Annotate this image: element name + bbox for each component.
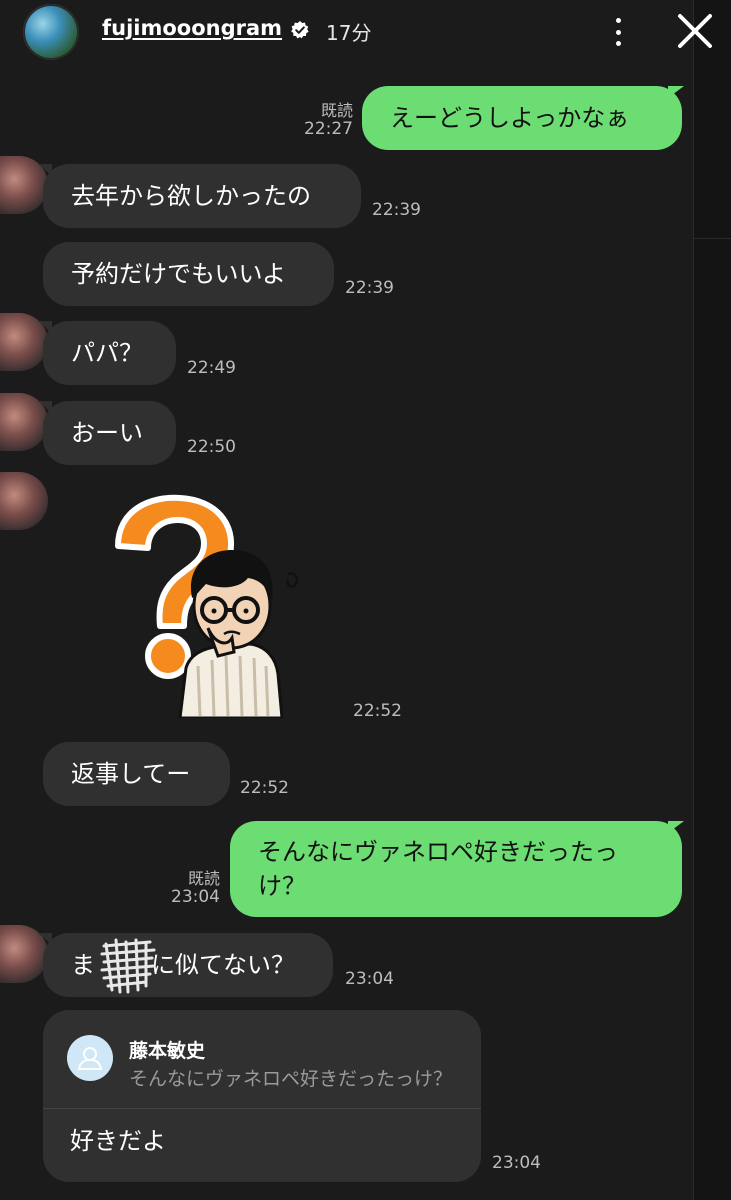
- user-placeholder-icon: [67, 1035, 113, 1081]
- message-time: 22:52: [353, 701, 402, 721]
- incoming-message-bubble[interactable]: おーい: [43, 401, 176, 465]
- outgoing-message-bubble[interactable]: そんなにヴァネロペ好きだったっ け？: [230, 821, 682, 917]
- quoted-text: そんなにヴァネロペ好きだったっけ？: [129, 1068, 453, 1090]
- profile-avatar[interactable]: [23, 4, 79, 60]
- close-icon[interactable]: [674, 10, 716, 52]
- right-edge-panel: [693, 0, 731, 1200]
- incoming-message-bubble[interactable]: まに似てない？: [43, 933, 333, 997]
- incoming-message-bubble[interactable]: 予約だけでもいいよ: [43, 242, 334, 306]
- read-receipt: 既読 23:04: [171, 869, 220, 907]
- reply-message-card[interactable]: 藤本敏史 そんなにヴァネロペ好きだったっけ？ 好きだよ: [43, 1010, 481, 1182]
- story-header: fujimooongram 17分: [0, 0, 731, 62]
- message-time: 23:04: [492, 1153, 541, 1173]
- divider: [43, 1108, 481, 1109]
- incoming-message-bubble[interactable]: 去年から欲しかったの: [43, 164, 361, 228]
- incoming-message-bubble[interactable]: 返事してー: [43, 742, 230, 806]
- read-receipt: 既読 22:27: [304, 101, 353, 139]
- bubble-tail: [668, 821, 684, 833]
- verified-badge-icon: [291, 21, 309, 39]
- message-time: 22:39: [345, 278, 394, 298]
- incoming-message-bubble[interactable]: パパ？: [43, 321, 176, 385]
- outgoing-message-bubble[interactable]: えーどうしよっかなぁ: [362, 86, 682, 150]
- message-time: 23:04: [345, 969, 394, 989]
- message-time: 22:50: [187, 437, 236, 457]
- reply-text: 好きだよ: [70, 1127, 166, 1155]
- quoted-message[interactable]: 藤本敏史 そんなにヴァネロペ好きだったっけ？: [43, 1010, 481, 1108]
- thinking-man-sticker[interactable]: [100, 488, 300, 718]
- quoted-sender-name: 藤本敏史: [129, 1040, 206, 1062]
- username-link[interactable]: fujimooongram: [102, 16, 282, 40]
- censor-scribble: [100, 938, 156, 994]
- post-time: 17分: [326, 21, 372, 45]
- message-time: 22:52: [240, 778, 289, 798]
- contact-avatar[interactable]: [0, 472, 48, 530]
- bubble-tail: [668, 86, 684, 98]
- message-time: 22:39: [372, 200, 421, 220]
- message-time: 22:49: [187, 358, 236, 378]
- more-options-icon[interactable]: [604, 18, 632, 46]
